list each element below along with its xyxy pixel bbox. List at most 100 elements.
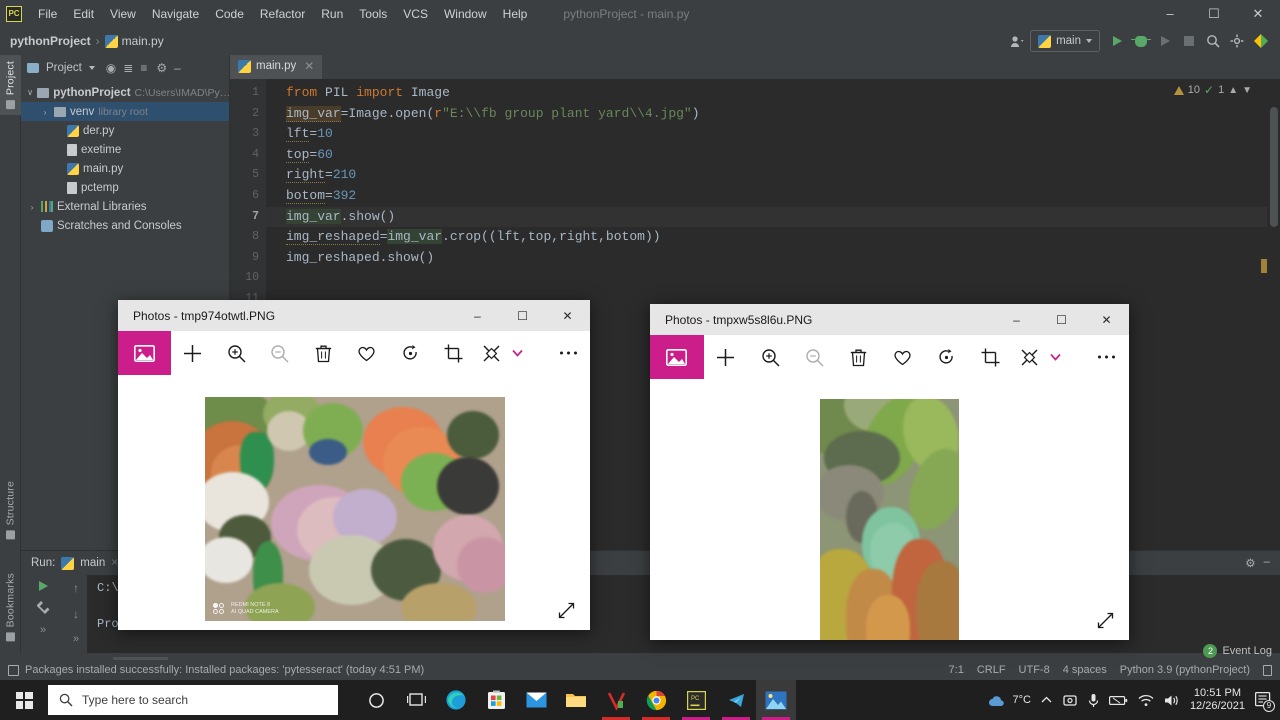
onedrive-icon[interactable] — [1062, 694, 1078, 707]
run-config-name[interactable]: main — [80, 557, 105, 569]
collapse-all-icon[interactable]: ≡ — [140, 61, 147, 75]
menu-code[interactable]: Code — [207, 3, 252, 25]
photos1-more-icon[interactable] — [547, 331, 591, 375]
menu-vcs[interactable]: VCS — [395, 3, 436, 25]
photos2-home-icon[interactable] — [650, 335, 704, 379]
warning-marker[interactable] — [1261, 259, 1267, 273]
photos2-edit-dropdown-icon[interactable] — [1046, 335, 1065, 379]
menu-tools[interactable]: Tools — [351, 3, 395, 25]
lock-icon[interactable] — [1263, 664, 1272, 676]
photos1-edit-dropdown-icon[interactable] — [508, 331, 527, 375]
photos1-zoom-out-icon[interactable] — [258, 331, 302, 375]
menu-edit[interactable]: Edit — [65, 3, 102, 25]
taskbar-search-box[interactable]: Type here to search — [48, 685, 338, 715]
gear-icon[interactable] — [1226, 30, 1248, 52]
stop-button[interactable] — [1178, 30, 1200, 52]
battery-icon[interactable] — [1108, 695, 1128, 706]
taskbar-mail-icon[interactable] — [516, 680, 556, 720]
notification-center-icon[interactable]: 9 — [1255, 691, 1275, 712]
volume-icon[interactable] — [1164, 694, 1180, 707]
down-arrow-icon[interactable]: ↓ — [73, 607, 79, 621]
photos2-maximize-button[interactable]: ☐ — [1039, 304, 1084, 335]
photos1-favorite-icon[interactable] — [345, 331, 389, 375]
up-arrow-icon[interactable]: ↑ — [73, 581, 79, 595]
wifi-icon[interactable] — [1138, 694, 1154, 707]
photos2-edit-icon[interactable] — [1013, 335, 1046, 379]
menu-window[interactable]: Window — [436, 3, 495, 25]
hide-panel-icon[interactable]: – — [174, 61, 181, 75]
rerun-button[interactable] — [38, 581, 48, 591]
photos1-expand-icon[interactable] — [557, 601, 576, 620]
microphone-icon[interactable] — [1088, 693, 1099, 708]
photos2-delete-icon[interactable] — [836, 335, 880, 379]
photos2-crop-icon[interactable] — [969, 335, 1013, 379]
menu-navigate[interactable]: Navigate — [144, 3, 207, 25]
photos1-add-icon[interactable] — [171, 331, 215, 375]
photos1-zoom-in-icon[interactable] — [214, 331, 258, 375]
ide-maximize-button[interactable]: ☐ — [1192, 0, 1236, 27]
event-log-button[interactable]: 2 Event Log — [1203, 644, 1272, 658]
account-icon[interactable] — [1006, 30, 1028, 52]
file-encoding[interactable]: UTF-8 — [1019, 664, 1050, 676]
photos2-expand-icon[interactable] — [1096, 611, 1115, 630]
start-button[interactable] — [0, 680, 48, 720]
wrench-icon[interactable] — [36, 601, 50, 614]
sidebar-item-structure[interactable]: Structure — [0, 475, 21, 545]
photos2-add-icon[interactable] — [704, 335, 748, 379]
chevron-up-icon[interactable]: ▲ — [1228, 85, 1238, 96]
tree-expand-arrow[interactable]: ∨ — [27, 87, 33, 98]
locate-icon[interactable]: ◉ — [106, 61, 116, 75]
interpreter-setting[interactable]: Python 3.9 (pythonProject) — [1120, 664, 1250, 676]
photos2-canvas[interactable] — [650, 379, 1129, 640]
photos1-home-icon[interactable] — [118, 331, 171, 375]
photos2-title-bar[interactable]: Photos - tmpxw5s8l6u.PNG – ☐ ✕ — [650, 304, 1129, 335]
chevron-down-icon[interactable] — [88, 66, 95, 70]
expand-all-icon[interactable]: ≣ — [123, 61, 133, 75]
show-hidden-icons[interactable] — [1041, 696, 1052, 704]
run-configuration-selector[interactable]: main — [1030, 30, 1100, 52]
settings-gear-icon[interactable]: ⚙ — [1245, 556, 1255, 570]
notification-icon[interactable] — [8, 664, 19, 676]
jetbrains-toolbox-icon[interactable] — [1250, 30, 1272, 52]
hide-icon[interactable]: – — [1264, 556, 1270, 570]
photos1-delete-icon[interactable] — [301, 331, 345, 375]
photos2-zoom-in-icon[interactable] — [748, 335, 792, 379]
photos1-rotate-icon[interactable] — [388, 331, 432, 375]
menu-help[interactable]: Help — [495, 3, 536, 25]
ide-minimize-button[interactable]: – — [1148, 0, 1192, 27]
tree-item-venv[interactable]: › venv library root — [21, 102, 229, 121]
caret-position[interactable]: 7:1 — [949, 664, 964, 676]
taskbar-photos-icon[interactable] — [756, 680, 796, 720]
tree-expand-arrow[interactable]: › — [40, 107, 50, 117]
breadcrumb-file[interactable]: main.py — [104, 34, 164, 48]
taskbar-task-view-icon[interactable] — [396, 680, 436, 720]
inspection-widget[interactable]: 10 ✓ 1 ▲ ▼ — [1173, 83, 1252, 97]
project-panel-title[interactable]: Project — [46, 62, 82, 74]
menu-view[interactable]: View — [102, 3, 144, 25]
photos2-close-button[interactable]: ✕ — [1084, 304, 1129, 335]
sidebar-item-project[interactable]: Project — [0, 55, 21, 116]
taskbar-store-icon[interactable] — [476, 680, 516, 720]
editor-scrollbar[interactable] — [1267, 103, 1280, 550]
photos-window-2[interactable]: Photos - tmpxw5s8l6u.PNG – ☐ ✕ — [650, 304, 1129, 640]
photos1-maximize-button[interactable]: ☐ — [500, 300, 545, 331]
breadcrumb-project[interactable]: pythonProject — [0, 34, 91, 48]
tree-expand-arrow[interactable]: › — [27, 202, 37, 212]
indent-setting[interactable]: 4 spaces — [1063, 664, 1107, 676]
settings-gear-icon[interactable]: ⚙ — [156, 61, 167, 75]
photos1-title-bar[interactable]: Photos - tmp974otwtl.PNG – ☐ ✕ — [118, 300, 590, 331]
debug-button[interactable] — [1130, 30, 1152, 52]
photos1-canvas[interactable]: REDMI NOTE 8 AI QUAD CAMERA — [118, 375, 590, 630]
tree-item-pythonproject[interactable]: ∨ pythonProject C:\Users\IMAD\Py… — [21, 83, 230, 102]
photos2-favorite-icon[interactable] — [880, 335, 924, 379]
menu-refactor[interactable]: Refactor — [252, 3, 313, 25]
taskbar-pycharm-icon[interactable]: PC — [676, 680, 716, 720]
tree-item-scratches-and-consoles[interactable]: Scratches and Consoles — [21, 216, 229, 235]
scrollbar-thumb[interactable] — [1270, 107, 1278, 227]
photos2-rotate-icon[interactable] — [925, 335, 969, 379]
taskbar-chrome-icon[interactable] — [636, 680, 676, 720]
photos1-close-button[interactable]: ✕ — [545, 300, 590, 331]
weather-widget[interactable]: 7°C — [988, 694, 1031, 707]
tab-main-py[interactable]: main.py ✕ — [230, 55, 323, 79]
taskbar-telegram-icon[interactable] — [716, 680, 756, 720]
